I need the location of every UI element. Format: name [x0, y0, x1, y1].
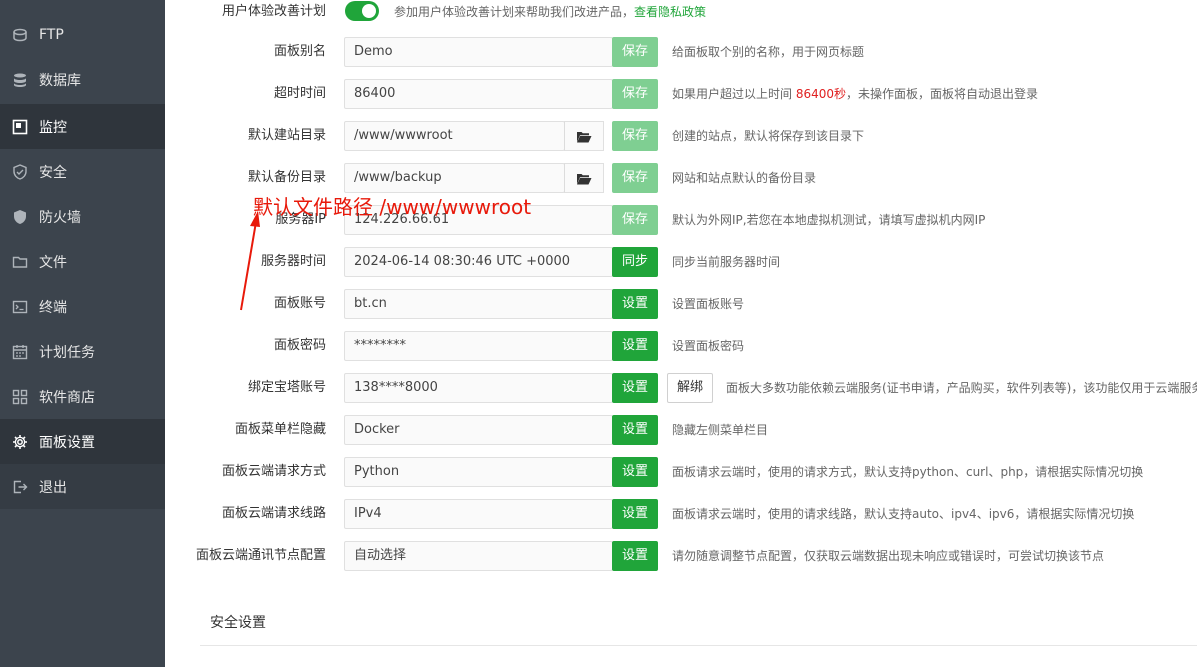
annotation-arrow	[240, 211, 260, 311]
